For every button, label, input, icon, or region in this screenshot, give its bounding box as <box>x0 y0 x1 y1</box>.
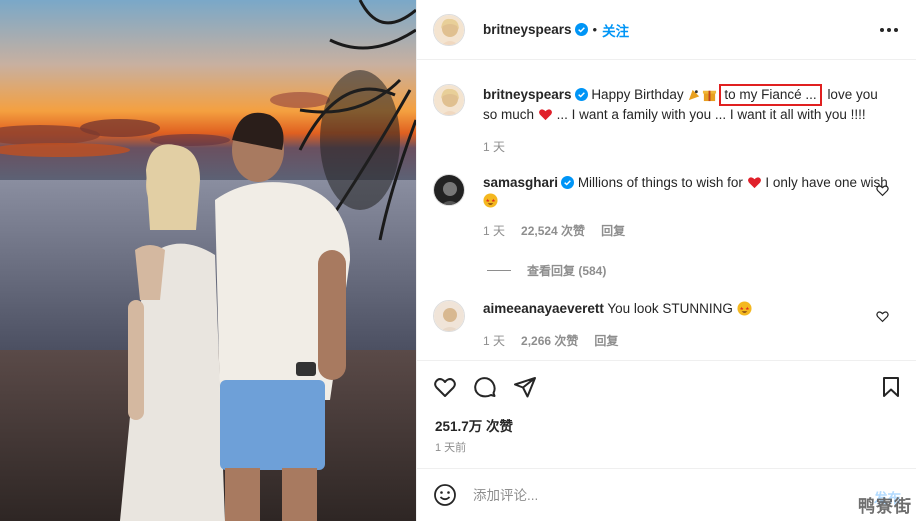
comment-likes[interactable]: 22,524 次赞 <box>521 222 585 239</box>
comment-text: aimeeanayaeverett You look STUNNING <box>483 300 893 318</box>
posted-time[interactable]: 1 天前 <box>435 439 466 455</box>
comment-item: samasghari Millions of things to wish fo… <box>433 174 903 239</box>
smiley-icon[interactable] <box>433 483 457 507</box>
comment-time[interactable]: 1 天 <box>483 222 505 239</box>
likes-count[interactable]: 251.7万 次赞 <box>435 415 513 435</box>
post-photo[interactable] <box>0 0 416 521</box>
author-avatar[interactable] <box>433 13 465 46</box>
verified-badge-icon <box>561 176 575 189</box>
author-username[interactable]: britneyspears <box>483 22 572 37</box>
verified-badge-icon <box>574 23 588 36</box>
caption-part3: ... I want a family with you ... I want … <box>556 107 866 122</box>
gift-icon <box>703 90 717 102</box>
paper-plane-icon[interactable] <box>513 375 537 399</box>
comment-body-part2: I only have one wish <box>765 175 888 190</box>
star-struck-icon <box>483 193 498 208</box>
add-comment-input[interactable] <box>473 487 833 503</box>
comment-body-part1: You look STUNNING <box>607 301 733 316</box>
view-replies-button[interactable]: 查看回复 (584) <box>487 262 606 279</box>
commenter-avatar[interactable] <box>433 300 465 332</box>
comment-author[interactable]: aimeeanayaeverett <box>483 301 604 316</box>
comment-likes[interactable]: 2,266 次赞 <box>521 332 578 349</box>
party-face-icon <box>689 89 700 101</box>
highlighted-caption-text: to my Fiancé ... <box>719 84 822 106</box>
comment-like-icon[interactable] <box>876 310 889 323</box>
post-header: britneyspears • 关注 <box>417 0 916 60</box>
bookmark-icon[interactable] <box>879 375 903 399</box>
red-heart-icon <box>747 177 761 189</box>
follow-button[interactable]: 关注 <box>602 20 629 40</box>
red-heart-icon <box>538 109 552 121</box>
comment-item: aimeeanayaeverett You look STUNNING 1 天 … <box>433 300 903 349</box>
add-comment-bar: 发布 <box>417 468 916 521</box>
comments-section: britneyspears Happy Birthday to my Fianc… <box>417 60 916 360</box>
caption-text: britneyspears Happy Birthday to my Fianc… <box>483 84 893 124</box>
action-bar: 251.7万 次赞 1 天前 <box>417 360 916 454</box>
caption-part1: Happy Birthday <box>591 87 684 102</box>
comment-icon[interactable] <box>473 375 497 399</box>
caption-avatar[interactable] <box>433 84 465 116</box>
caption-time[interactable]: 1 天 <box>483 138 505 155</box>
view-replies-label: 查看回复 (584) <box>527 264 607 278</box>
caption-author[interactable]: britneyspears <box>483 87 572 102</box>
verified-badge-icon <box>574 88 588 101</box>
reply-button[interactable]: 回复 <box>594 332 618 349</box>
comment-author[interactable]: samasghari <box>483 175 558 190</box>
comment-text: samasghari Millions of things to wish fo… <box>483 174 893 210</box>
post-panel: britneyspears • 关注 britneyspears Happy B… <box>416 0 916 521</box>
view-replies-divider <box>487 270 511 271</box>
reply-button[interactable]: 回复 <box>601 222 625 239</box>
caption: britneyspears Happy Birthday to my Fianc… <box>433 84 903 155</box>
star-struck-icon <box>737 301 752 316</box>
heart-icon[interactable] <box>433 375 457 399</box>
watermark: 鸭寮街 <box>858 497 912 516</box>
comment-time[interactable]: 1 天 <box>483 332 505 349</box>
comment-like-icon[interactable] <box>876 184 889 197</box>
more-icon[interactable] <box>877 20 901 40</box>
commenter-avatar[interactable] <box>433 174 465 206</box>
comment-body-part1: Millions of things to wish for <box>577 175 743 190</box>
separator-dot: • <box>592 22 598 37</box>
